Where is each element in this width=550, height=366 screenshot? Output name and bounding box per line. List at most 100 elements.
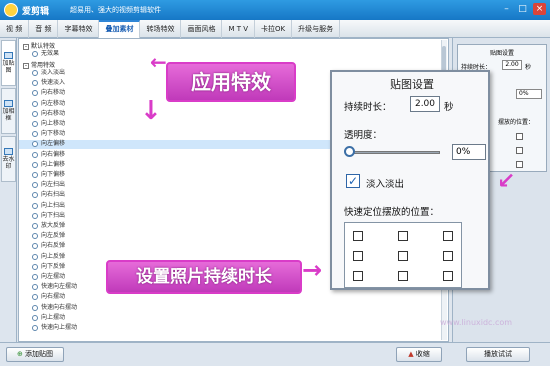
radio-icon: [32, 172, 38, 178]
tab-video[interactable]: 视 频: [0, 20, 30, 38]
item-label: 向上扫出: [41, 201, 66, 209]
collapse-arrow-icon: ▲: [408, 350, 416, 358]
duration-unit: 秒: [444, 102, 454, 113]
radio-icon: [32, 274, 38, 280]
group-common-effects[interactable]: - 常用特效: [23, 60, 55, 69]
radio-icon: [32, 131, 38, 138]
radio-icon: [32, 80, 38, 87]
preview-button[interactable]: 播放试试: [466, 347, 530, 362]
position-bottom-right[interactable]: [443, 271, 453, 281]
watermark-icon: [4, 148, 13, 155]
item-label: 向下移动: [41, 130, 66, 138]
collapse-icon[interactable]: -: [23, 62, 29, 69]
radio-icon: [32, 325, 38, 331]
item-label: 向右移动: [41, 89, 66, 97]
transparency-slider[interactable]: [346, 151, 440, 154]
set-duration-callout: 设置照片持续时长: [106, 260, 302, 294]
tab-audio[interactable]: 音 频: [29, 20, 59, 38]
radio-icon: [32, 70, 38, 76]
left-tab-column: 加贴图 加相框 去水印: [0, 38, 17, 366]
apply-effect-callout: 应用特效: [166, 62, 296, 102]
item-label: 放大反弹: [41, 222, 66, 229]
tab-add-sticker[interactable]: 加贴图: [1, 40, 16, 86]
radio-icon: [32, 141, 38, 148]
tab-remove-watermark[interactable]: 去水印: [1, 136, 16, 182]
item-label: 向右扫出: [41, 191, 66, 199]
item-label: 向右偏移: [41, 150, 66, 158]
radio-icon: [32, 243, 38, 250]
transparency-input[interactable]: 0%: [452, 144, 486, 160]
tab-label: 加贴图: [2, 60, 15, 74]
watermark-text: www.linuxidc.com: [440, 318, 513, 327]
close-icon[interactable]: ×: [533, 3, 546, 15]
button-label: 添加贴图: [25, 350, 54, 358]
tab-karaoke[interactable]: 卡拉OK: [255, 20, 293, 38]
radio-icon: [32, 100, 38, 107]
item-label: 快速向右摆动: [41, 303, 78, 311]
item-label: 向上移动: [41, 120, 66, 127]
tab-label: 去水印: [2, 156, 15, 170]
collapse-button[interactable]: ▲ 收缩: [396, 347, 442, 362]
list-item[interactable]: 向右摆动: [19, 293, 444, 301]
fade-checkbox[interactable]: ✓: [346, 174, 360, 188]
list-item[interactable]: 快速向右摆动: [19, 304, 444, 312]
position-cell[interactable]: [516, 147, 523, 154]
position-label: 摆放的位置：: [498, 119, 535, 126]
radio-icon: [32, 51, 38, 57]
app-logo-icon: [4, 3, 18, 17]
maximize-icon[interactable]: □: [516, 3, 529, 15]
tab-subtitle-effects[interactable]: 字幕特效: [58, 20, 100, 38]
tab-label: 加相框: [2, 108, 15, 122]
radio-icon: [32, 202, 38, 209]
group-default-effects[interactable]: - 默认特效: [23, 41, 55, 50]
item-label: 快速向上摆动: [41, 324, 78, 331]
item-label: 无效果: [41, 50, 60, 57]
position-cell[interactable]: [516, 133, 523, 140]
position-top-right[interactable]: [443, 231, 453, 241]
app-slogan: 超易用、强大的视频剪辑软件: [70, 6, 161, 14]
collapse-icon[interactable]: -: [23, 43, 29, 50]
tab-overlay-material[interactable]: 叠加素材: [99, 20, 141, 38]
radio-icon: [32, 304, 38, 311]
position-bottom-center[interactable]: [398, 271, 408, 281]
duration-input[interactable]: 2.00: [410, 96, 440, 112]
button-label: 收缩: [415, 350, 430, 358]
frame-icon: [4, 100, 13, 107]
radio-icon: [32, 314, 38, 321]
tab-picture-style[interactable]: 画面风格: [181, 20, 223, 38]
position-top-center[interactable]: [398, 231, 408, 241]
position-top-left[interactable]: [353, 231, 363, 241]
radio-icon: [32, 212, 38, 219]
title-bar: 爱剪辑 超易用、强大的视频剪辑软件 – □ ×: [0, 0, 550, 20]
item-label: 淡入淡出: [41, 69, 66, 76]
sticker-settings-zoom-panel: 贴图设置 持续时长： 2.00 秒 透明度： 0% ✓ 淡入淡出 快速定位摆放的…: [330, 70, 490, 290]
list-item[interactable]: 快速向上摆动: [19, 324, 444, 332]
position-cell[interactable]: [516, 161, 523, 168]
list-item[interactable]: 向上摆动: [19, 314, 444, 322]
list-item[interactable]: 无效果: [19, 50, 444, 58]
position-middle-right[interactable]: [443, 251, 453, 261]
item-label: 向下偏移: [41, 171, 66, 178]
duration-field[interactable]: 2.00: [502, 60, 522, 70]
radio-icon: [32, 284, 38, 291]
tab-mtv[interactable]: M T V: [222, 20, 256, 38]
item-label: 向右摆动: [41, 293, 66, 301]
position-middle-left[interactable]: [353, 251, 363, 261]
tab-upgrade-service[interactable]: 升级与服务: [292, 20, 341, 38]
arrow-left-icon: ←: [150, 50, 167, 74]
add-sticker-button[interactable]: ⊕ 添加贴图: [6, 347, 64, 362]
position-center[interactable]: [398, 251, 408, 261]
app-name: 爱剪辑: [22, 7, 50, 17]
transparency-field[interactable]: 0%: [516, 89, 542, 99]
position-bottom-left[interactable]: [353, 271, 363, 281]
minimize-icon[interactable]: –: [500, 3, 513, 15]
position-label: 快速定位摆放的位置：: [344, 207, 440, 218]
tab-add-frame[interactable]: 加相框: [1, 88, 16, 134]
slider-handle[interactable]: [344, 146, 355, 157]
group-label: 常用特效: [31, 62, 56, 69]
item-label: 向上偏移: [41, 160, 66, 168]
arrow-right-icon: →: [302, 256, 323, 284]
tab-transition-effects[interactable]: 转场特效: [140, 20, 182, 38]
item-label: 向右移动: [41, 109, 66, 117]
duration-unit: 秒: [525, 64, 532, 71]
